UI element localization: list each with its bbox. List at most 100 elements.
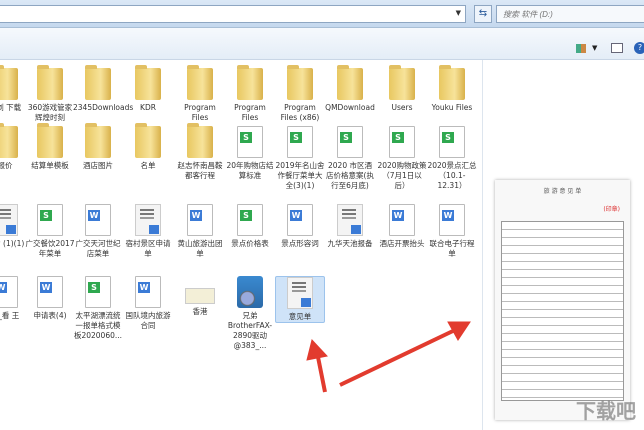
view-options-icon[interactable] [576,44,586,53]
document-thumbnail-icon [0,204,18,236]
file-label: 2020购物政策（7月1日以后） [377,161,427,190]
file-item[interactable]: Users [377,65,427,113]
file-item[interactable]: S 2020购物政策（7月1日以后） [377,126,427,191]
preview-pane: 旅 游 意 见 单 (印章) 下载吧 [482,60,644,430]
file-label: 360游戏管家辉煌时刻 [27,103,73,122]
file-item[interactable]: Program Files (x86) [275,65,325,123]
file-label: 赵志怀南昌鞍都客行程 [177,161,223,180]
chevron-down-icon[interactable]: ▼ [592,44,597,52]
document-thumbnail-icon [337,204,363,236]
file-label: Youku Files [431,103,473,112]
preview-table [501,221,624,401]
file-item[interactable]: W 联合电子行程单 [427,204,477,259]
file-item[interactable]: S 景点价格表 [225,204,275,249]
file-item[interactable]: W 景点形容词 [275,204,325,249]
folder-icon [135,123,161,158]
spreadsheet-icon: S [287,126,313,158]
file-item[interactable]: 结算单模板 [25,123,75,171]
file-label: 景点形容词 [281,239,319,248]
file-label: 2019年名山舍作餐厅菜单大全(3)(1) [275,161,325,190]
file-label: 意见单 [288,312,312,321]
file-item[interactable]: 2345Downloads [73,65,134,113]
folder-icon [389,65,415,100]
spreadsheet-icon: S [237,204,263,236]
folder-icon [85,123,111,158]
document-thumbnail-icon [287,277,313,309]
folder-icon [439,65,465,100]
file-label: 景点价格表 [231,239,269,248]
file-item[interactable]: W 国队境内旅游合同 [123,276,173,331]
file-label: 宿村景区申请单 [125,239,171,258]
folder-icon [0,65,18,100]
file-item[interactable]: S 广交餐饮2017年菜单 [25,204,75,259]
file-label: 兄弟BrotherFAX-2890驱动@383_... [227,311,273,350]
spreadsheet-icon: S [389,126,415,158]
file-item[interactable]: Program Files [225,65,275,123]
file-label: 广交天河世纪店菜单 [75,239,121,258]
file-label: Program Files [184,103,216,122]
preview-stamp: (印章) [603,206,620,213]
folder-icon [37,123,63,158]
file-label: Program Files (x86) [280,103,320,122]
toolbar: ▼ ? [0,28,644,60]
chevron-down-icon[interactable]: ▼ [456,9,461,17]
file-item[interactable]: S 太平湖漂流统一报单格式模板2020060... [73,276,123,341]
refresh-button[interactable]: ⇆ [474,5,492,23]
file-item[interactable]: 九华天池报备 [325,204,375,249]
file-label: 太平湖漂流统一报单格式模板2020060... [73,311,123,340]
file-label: 20年购物店结算标准 [226,161,274,180]
file-item[interactable]: 360游戏管家辉煌时刻 [25,65,75,123]
file-item[interactable]: 意见单 [275,276,325,323]
folder-icon [187,65,213,100]
file-item[interactable]: 兄弟BrotherFAX-2890驱动@383_... [225,276,275,351]
file-label: 2345Downloads [73,103,134,112]
file-item[interactable]: W 广交天河世纪店菜单 [73,204,123,259]
folder-icon [287,65,313,100]
folder-icon [237,65,263,100]
file-label: Program Files [234,103,266,122]
folder-icon [37,65,63,100]
word-document-icon: W [0,276,18,308]
file-item[interactable]: 酒店图片 [73,123,123,171]
folder-icon [187,123,213,158]
word-document-icon: W [37,276,63,308]
file-item[interactable]: S 2020景点汇总（10.1-12.31） [427,126,477,191]
file-label: 香港 [192,307,208,316]
folder-icon [0,123,18,158]
file-item[interactable]: 宿村景区申请单 [123,204,173,259]
file-item[interactable]: S 20年购物店结算标准 [225,126,275,181]
watermark-logo: 下载吧 [576,399,636,423]
word-document-icon: W [439,204,465,236]
installer-icon [237,276,263,308]
file-label: 国队境内旅游合同 [125,311,171,330]
word-document-icon: W [135,276,161,308]
spreadsheet-icon: S [85,276,111,308]
file-item[interactable]: S 2019年名山舍作餐厅菜单大全(3)(1) [275,126,325,191]
help-button[interactable]: ? [634,42,644,54]
file-label: 申请表(4) [33,311,67,320]
file-label: 名单 [140,161,156,170]
file-label: 酒店图片 [83,161,113,170]
file-item[interactable]: W 黄山旅游出团单 [175,204,225,259]
address-bar[interactable]: ▼ [0,5,466,23]
file-item[interactable]: QMDownload [325,65,375,113]
file-item[interactable]: 赵志怀南昌鞍都客行程 [175,123,225,181]
file-grid: 全浏 下载360游戏管家辉煌时刻2345DownloadsKDRProgram … [0,60,482,430]
search-input[interactable] [496,5,644,23]
folder-icon [135,65,161,100]
file-item[interactable]: Youku Files [427,65,477,113]
preview-pane-button[interactable] [611,43,623,53]
file-item[interactable]: 名单 [123,123,173,171]
file-label: 结算单模板 [31,161,69,170]
file-item[interactable]: 香港 [175,276,225,317]
spreadsheet-icon: S [337,126,363,158]
file-item[interactable]: W 酒店开票抬头 [377,204,427,249]
file-label: 九华天池报备 [327,239,373,248]
file-item[interactable]: KDR [123,65,173,113]
file-label: 广交餐饮2017年菜单 [25,239,75,258]
file-item[interactable]: S 2020 市区酒店价格意案(执行至6月底) [325,126,375,191]
file-item[interactable]: Program Files [175,65,225,123]
word-document-icon: W [187,204,213,236]
file-label: 酒店开票抬头 [379,239,425,248]
file-item[interactable]: W 申请表(4) [25,276,75,321]
